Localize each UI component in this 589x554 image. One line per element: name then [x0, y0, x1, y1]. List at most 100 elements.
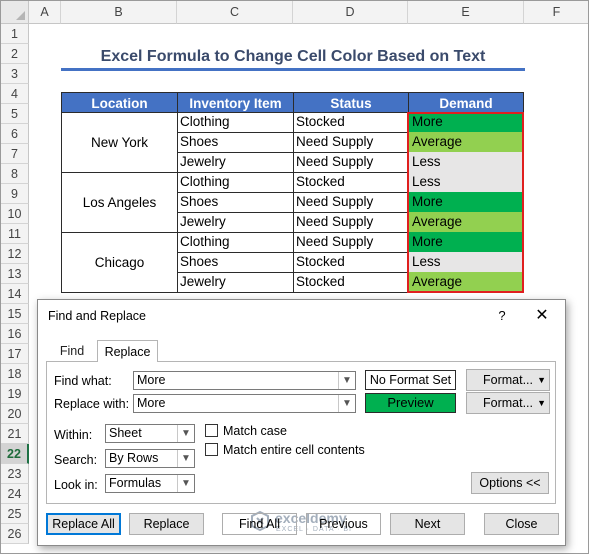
item-cell[interactable]: Clothing [177, 232, 294, 253]
row-header-19[interactable]: 19 [1, 384, 29, 404]
find-all-button[interactable]: Find All [222, 513, 297, 535]
status-cell[interactable]: Stocked [293, 112, 409, 133]
item-cell[interactable]: Shoes [177, 192, 294, 213]
status-cell[interactable]: Stocked [293, 252, 409, 273]
row-header-13[interactable]: 13 [1, 264, 29, 284]
row-header-9[interactable]: 9 [1, 184, 29, 204]
look-in-select[interactable]: Formulas ▼ [105, 474, 195, 493]
demand-cell[interactable]: More [408, 112, 524, 133]
within-select[interactable]: Sheet ▼ [105, 424, 195, 443]
chevron-down-icon[interactable]: ▼ [338, 372, 355, 389]
within-value: Sheet [109, 426, 142, 440]
demand-cell[interactable]: Less [408, 252, 524, 273]
help-icon[interactable]: ? [492, 306, 512, 326]
column-header-c[interactable]: C [177, 1, 293, 24]
row-header-6[interactable]: 6 [1, 124, 29, 144]
select-all-corner[interactable] [1, 1, 29, 24]
replace-with-input[interactable]: More ▼ [133, 394, 356, 413]
replace-button[interactable]: Replace [129, 513, 204, 535]
chevron-down-icon[interactable]: ▼ [177, 475, 194, 492]
chevron-down-icon[interactable]: ▼ [338, 395, 355, 412]
status-cell[interactable]: Stocked [293, 272, 409, 293]
row-header-12[interactable]: 12 [1, 244, 29, 264]
chevron-down-icon[interactable]: ▼ [177, 425, 194, 442]
row-header-18[interactable]: 18 [1, 364, 29, 384]
options-button[interactable]: Options << [471, 472, 549, 494]
dropdown-arrow-icon: ▼ [537, 398, 546, 408]
demand-cell[interactable]: Average [408, 212, 524, 233]
item-cell[interactable]: Shoes [177, 132, 294, 153]
row-header-24[interactable]: 24 [1, 484, 29, 504]
row-header-25[interactable]: 25 [1, 504, 29, 524]
row-header-14[interactable]: 14 [1, 284, 29, 304]
row-header-2[interactable]: 2 [1, 44, 29, 64]
row-header-8[interactable]: 8 [1, 164, 29, 184]
item-cell[interactable]: Jewelry [177, 152, 294, 173]
item-cell[interactable]: Jewelry [177, 212, 294, 233]
row-header-1[interactable]: 1 [1, 24, 29, 44]
dialog-title: Find and Replace [48, 309, 146, 323]
demand-cell[interactable]: Less [408, 172, 524, 193]
demand-cell[interactable]: More [408, 192, 524, 213]
row-header-3[interactable]: 3 [1, 64, 29, 84]
status-cell[interactable]: Need Supply [293, 212, 409, 233]
location-cell[interactable]: Chicago [61, 232, 178, 293]
close-button[interactable]: Close [484, 513, 559, 535]
row-header-11[interactable]: 11 [1, 224, 29, 244]
dropdown-arrow-icon: ▼ [537, 375, 546, 385]
chevron-down-icon[interactable]: ▼ [177, 450, 194, 467]
within-label: Within: [54, 428, 93, 442]
next-button[interactable]: Next [390, 513, 465, 535]
search-value: By Rows [109, 451, 159, 465]
column-header-d[interactable]: D [293, 1, 408, 24]
row-header-4[interactable]: 4 [1, 84, 29, 104]
row-header-22[interactable]: 22 [1, 444, 29, 464]
status-cell[interactable]: Need Supply [293, 132, 409, 153]
item-cell[interactable]: Shoes [177, 252, 294, 273]
tab-find[interactable]: Find [50, 340, 94, 362]
replace-format-button[interactable]: Format... ▼ [466, 392, 550, 414]
search-select[interactable]: By Rows ▼ [105, 449, 195, 468]
match-case-checkbox[interactable] [205, 424, 218, 437]
previous-button[interactable]: Previous [306, 513, 381, 535]
table-header: Status [293, 92, 409, 113]
find-format-label: Format... [482, 373, 533, 387]
row-header-10[interactable]: 10 [1, 204, 29, 224]
demand-cell[interactable]: Average [408, 132, 524, 153]
location-cell[interactable]: Los Angeles [61, 172, 178, 233]
demand-cell[interactable]: Less [408, 152, 524, 173]
row-header-26[interactable]: 26 [1, 524, 29, 544]
status-cell[interactable]: Need Supply [293, 232, 409, 253]
status-cell[interactable]: Stocked [293, 172, 409, 193]
item-cell[interactable]: Clothing [177, 172, 294, 193]
row-header-16[interactable]: 16 [1, 324, 29, 344]
status-cell[interactable]: Need Supply [293, 152, 409, 173]
column-header-e[interactable]: E [408, 1, 524, 24]
find-what-input[interactable]: More ▼ [133, 371, 356, 390]
row-header-17[interactable]: 17 [1, 344, 29, 364]
item-cell[interactable]: Jewelry [177, 272, 294, 293]
close-icon[interactable]: ✕ [531, 306, 553, 326]
search-label: Search: [54, 453, 98, 467]
match-case-label: Match case [223, 424, 287, 438]
demand-cell[interactable]: More [408, 232, 524, 253]
item-cell[interactable]: Clothing [177, 112, 294, 133]
find-format-button[interactable]: Format... ▼ [466, 369, 550, 391]
location-cell[interactable]: New York [61, 112, 178, 173]
demand-cell[interactable]: Average [408, 272, 524, 293]
match-entire-checkbox[interactable] [205, 443, 218, 456]
column-header-b[interactable]: B [61, 1, 177, 24]
column-header-f[interactable]: F [524, 1, 588, 24]
row-header-21[interactable]: 21 [1, 424, 29, 444]
status-cell[interactable]: Need Supply [293, 192, 409, 213]
row-header-15[interactable]: 15 [1, 304, 29, 324]
replace-all-button[interactable]: Replace All [46, 513, 121, 535]
tab-replace[interactable]: Replace [97, 340, 158, 362]
row-header-23[interactable]: 23 [1, 464, 29, 484]
row-header-20[interactable]: 20 [1, 404, 29, 424]
column-header-a[interactable]: A [29, 1, 61, 24]
row-header-7[interactable]: 7 [1, 144, 29, 164]
title-underline [61, 68, 525, 71]
row-header-5[interactable]: 5 [1, 104, 29, 124]
replace-format-label: Format... [482, 396, 533, 410]
